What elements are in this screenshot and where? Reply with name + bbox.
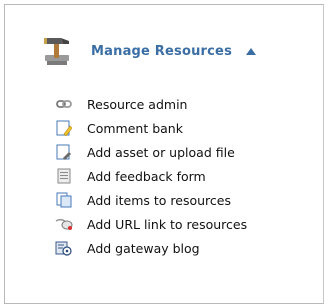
menu-item-comment-bank[interactable]: Comment bank — [55, 116, 247, 140]
chain-link-icon — [55, 95, 73, 113]
menu-item-resource-admin[interactable]: Resource admin — [55, 92, 247, 116]
manage-resources-panel: Manage Resources Resource admin Comment … — [4, 4, 324, 304]
menu-item-add-asset[interactable]: Add asset or upload file — [55, 140, 247, 164]
menu-item-label: Add URL link to resources — [87, 216, 248, 232]
menu-item-add-gateway-blog[interactable]: Add gateway blog — [55, 236, 247, 260]
mouse-link-icon — [55, 215, 73, 233]
menu-item-label: Add asset or upload file — [87, 144, 235, 160]
menu-item-label: Resource admin — [87, 96, 188, 112]
blog-icon — [55, 239, 73, 257]
menu-item-label: Add items to resources — [87, 192, 232, 208]
menu-item-add-items[interactable]: Add items to resources — [55, 188, 247, 212]
menu-item-add-feedback-form[interactable]: Add feedback form — [55, 164, 247, 188]
menu-item-label: Add feedback form — [87, 168, 206, 184]
menu-item-add-url-link[interactable]: Add URL link to resources — [55, 212, 247, 236]
form-icon — [55, 167, 73, 185]
section-header: Manage Resources — [39, 33, 257, 69]
document-pencil-icon — [55, 119, 73, 137]
section-title[interactable]: Manage Resources — [91, 44, 232, 59]
document-upload-icon — [55, 143, 73, 161]
hammer-icon — [44, 38, 69, 65]
resource-menu: Resource admin Comment bank Add asset or… — [55, 92, 247, 260]
collapse-up-arrow-icon[interactable] — [246, 47, 257, 55]
menu-item-label: Add gateway blog — [87, 240, 200, 256]
copy-documents-icon — [55, 191, 73, 209]
menu-item-label: Comment bank — [87, 120, 183, 136]
